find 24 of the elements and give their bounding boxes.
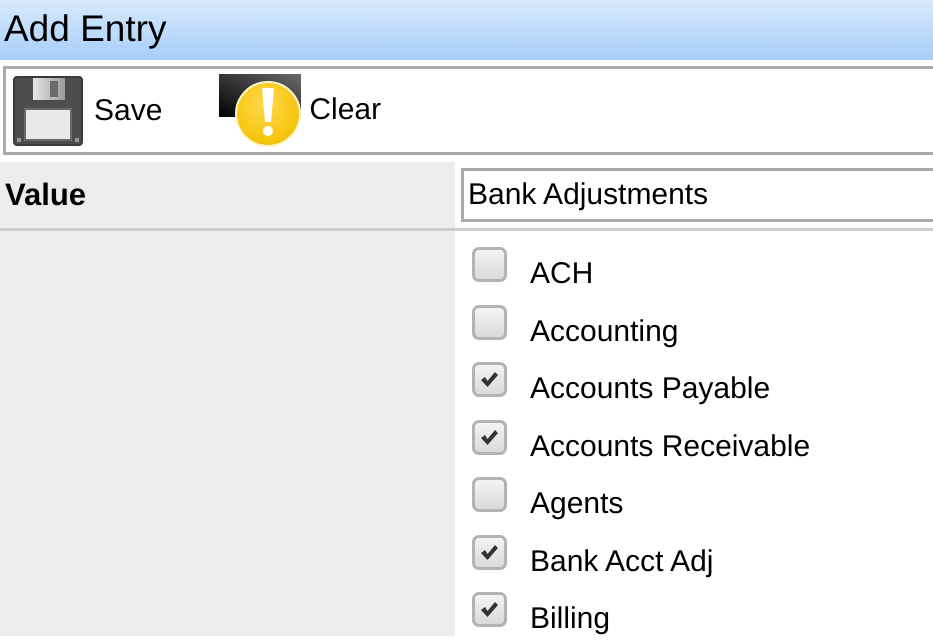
checkbox[interactable]: [472, 534, 507, 570]
checkmark-icon: [480, 371, 499, 388]
warning-icon: [219, 74, 302, 146]
checkbox-label[interactable]: Accounts Receivable: [530, 420, 810, 464]
save-button[interactable]: Save: [13, 76, 162, 146]
checkbox-label[interactable]: Bank Acct Adj: [530, 534, 714, 578]
field-label: Value: [5, 177, 86, 213]
checkbox[interactable]: [472, 477, 507, 512]
checkbox-label[interactable]: Billing: [530, 592, 610, 636]
checkmark-icon: [480, 601, 499, 618]
checkbox-label[interactable]: ACH: [530, 247, 594, 291]
window-title: Add Entry: [4, 8, 166, 48]
checkbox[interactable]: [472, 362, 507, 397]
value-input[interactable]: Bank Adjustments: [461, 168, 933, 222]
checkbox[interactable]: [472, 420, 507, 454]
checkbox[interactable]: [472, 304, 507, 340]
checkmark-icon: [480, 544, 499, 560]
checkbox-label[interactable]: Accounts Payable: [530, 362, 770, 406]
clear-button[interactable]: Clear: [219, 74, 382, 146]
checkmark-icon: [480, 428, 499, 446]
checkbox-label[interactable]: Agents: [530, 477, 624, 521]
checkbox[interactable]: [472, 592, 507, 627]
checkbox-label[interactable]: Accounting: [530, 304, 678, 348]
checkbox[interactable]: [472, 247, 507, 282]
